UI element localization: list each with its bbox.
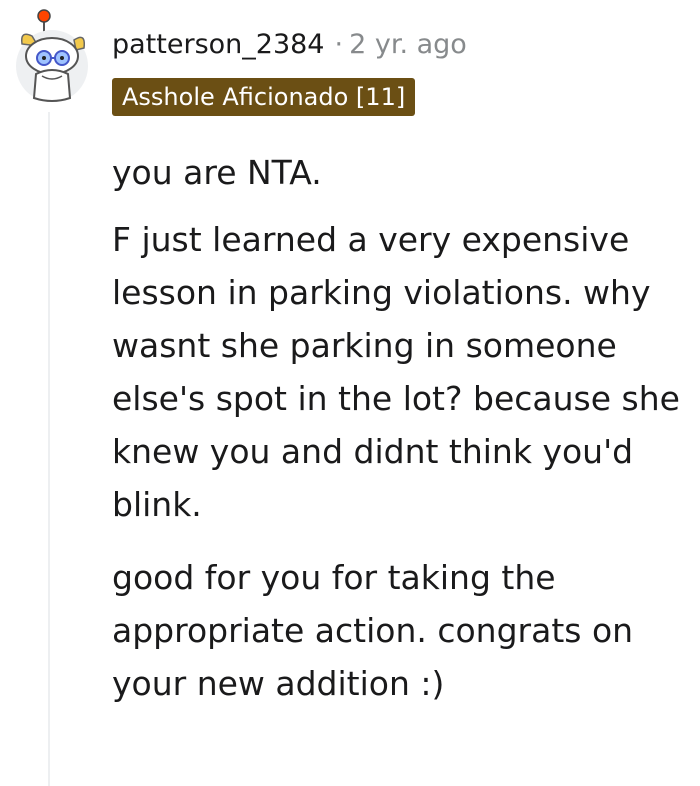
- timestamp-link[interactable]: 2 yr. ago: [349, 29, 467, 60]
- thread-line[interactable]: [48, 112, 50, 786]
- user-flair-badge: Asshole Aficionado [11]: [112, 78, 416, 116]
- comment-body: you are NTA. F just learned a very expen…: [112, 146, 698, 710]
- username-link[interactable]: patterson_2384: [112, 29, 324, 60]
- snoo-avatar-icon[interactable]: [12, 6, 92, 106]
- comment-header: patterson_2384 · 2 yr. ago: [112, 24, 467, 64]
- comment-paragraph: F just learned a very expensive lesson i…: [112, 220, 680, 524]
- comment-paragraph: good for you for taking the appropriate …: [112, 558, 634, 703]
- meta-separator: ·: [334, 28, 344, 60]
- comment-paragraph: you are NTA.: [112, 153, 322, 192]
